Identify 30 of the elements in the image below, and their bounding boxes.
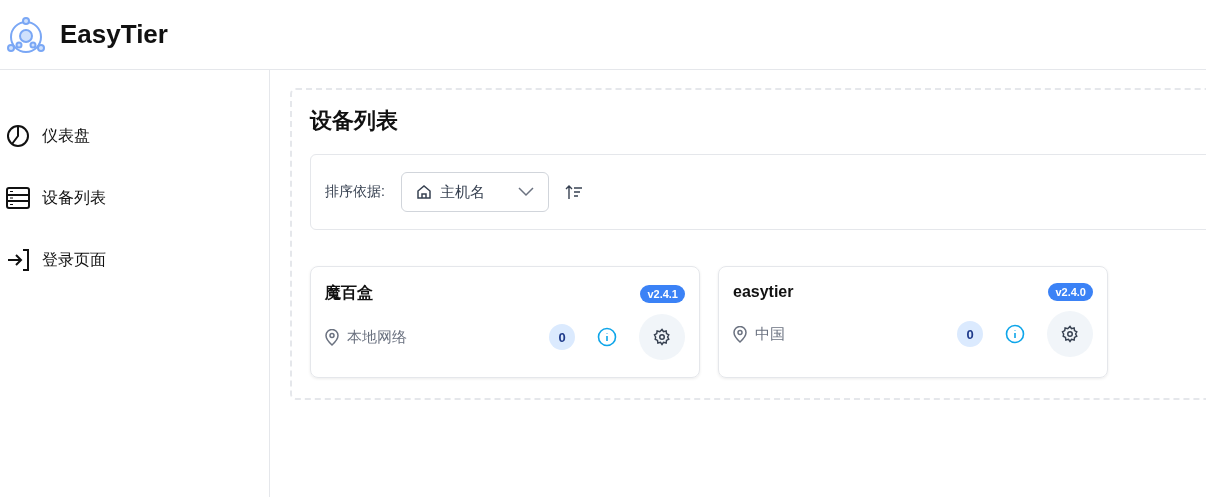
login-icon (6, 248, 30, 272)
version-badge: v2.4.1 (640, 284, 685, 303)
location-pin-icon (733, 325, 747, 343)
device-location: 中国 (755, 324, 786, 344)
server-list-icon (6, 187, 30, 209)
sidebar-item[interactable]: 仪表盘 (0, 105, 269, 167)
app-title: EasyTier (60, 19, 168, 50)
settings-icon (1061, 325, 1079, 343)
info-icon[interactable] (597, 327, 617, 347)
home-icon (415, 184, 432, 200)
version-badge: v2.4.0 (1048, 283, 1093, 301)
pie-chart-icon (6, 124, 30, 148)
logo-icon (6, 14, 46, 55)
device-name: easytier (733, 283, 794, 301)
settings-button[interactable] (639, 314, 685, 360)
page-title: 设备列表 (310, 107, 399, 135)
location-pin-icon (325, 328, 339, 346)
sidebar-item[interactable]: 登录页面 (0, 229, 269, 291)
settings-button[interactable] (1047, 311, 1093, 357)
chevron-down-icon (517, 187, 534, 197)
device-location: 本地网络 (347, 327, 408, 347)
sort-label: 排序依据: (325, 183, 385, 201)
device-name: 魔百盒 (325, 283, 373, 303)
sidebar-item[interactable]: 设备列表 (0, 167, 269, 229)
settings-icon (653, 328, 671, 346)
sort-ascending-icon[interactable] (564, 184, 583, 200)
count-badge: 0 (957, 321, 983, 347)
sort-dropdown[interactable]: 主机名 (400, 172, 549, 212)
info-icon[interactable] (1005, 324, 1025, 344)
count-badge: 0 (549, 324, 575, 350)
